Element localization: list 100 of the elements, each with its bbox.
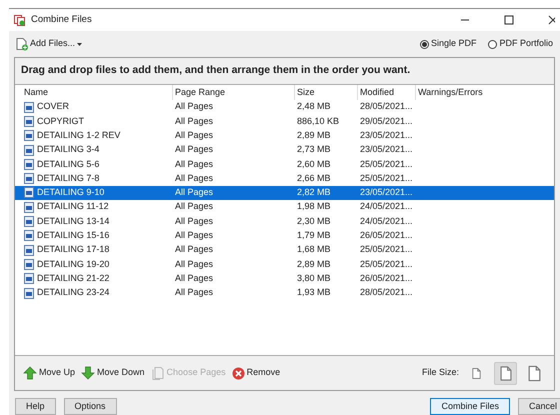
add-files-button[interactable]: Add Files...: [16, 37, 84, 51]
file-name: DETAILING 19-20: [37, 258, 110, 271]
file-row[interactable]: DETAILING 7-8 All Pages 2,66 MB 25/05/2021...: [15, 171, 554, 186]
file-name: DETAILING 3-4: [37, 143, 100, 156]
document-icon: [24, 216, 34, 228]
dialog-button[interactable]: Cancel: [518, 398, 560, 415]
table-cell-text: 2,66 MB: [296, 172, 332, 185]
remove-icon: [232, 366, 245, 380]
file-row[interactable]: COVER All Pages 2,48 MB 28/05/2021...: [15, 100, 554, 114]
file-name: DETAILING 17-18: [37, 243, 110, 256]
table-cell-text: 25/05/2021...: [359, 158, 414, 171]
table-cell-text: All Pages: [174, 100, 214, 114]
file-row[interactable]: COPYRIGT All Pages 886,10 KB 29/05/2021...: [15, 114, 554, 129]
table-cell-text: All Pages: [174, 286, 214, 300]
table-cell-text: All Pages: [174, 143, 214, 156]
arrow-up-icon: [23, 366, 37, 380]
table-cell-text: 3,80 MB: [296, 272, 332, 285]
table-cell-text: All Pages: [174, 172, 214, 185]
document-icon: [24, 202, 34, 213]
action-button[interactable]: Remove: [232, 366, 280, 380]
dialog-button[interactable]: Options: [64, 398, 117, 415]
table-cell-text: 24/05/2021...: [359, 214, 414, 228]
table-cell-text: 23/05/2021...: [359, 128, 414, 142]
file-name: DETAILING 9-10: [37, 186, 104, 200]
table-cell-text: 25/05/2021...: [359, 258, 414, 271]
action-button[interactable]: Move Up: [23, 366, 76, 380]
document-icon: [24, 102, 34, 113]
window-title: Combine Files: [31, 12, 92, 27]
file-row[interactable]: DETAILING 21-22 All Pages 3,80 MB 26/05/2021...: [15, 272, 554, 286]
document-icon: [24, 230, 34, 242]
file-name: DETAILING 23-24: [37, 286, 110, 300]
table-cell-text: 25/05/2021...: [359, 243, 414, 256]
size-option[interactable]: [494, 362, 517, 384]
page-icon: [500, 366, 512, 380]
table-cell-text: 1,93 MB: [296, 286, 332, 300]
document-icon: [24, 187, 34, 198]
table-cell-text: 2,73 MB: [296, 143, 332, 156]
table-cell-text: 2,48 MB: [296, 100, 332, 114]
file-size-label: File Size:: [422, 366, 459, 380]
column-header[interactable]: Size: [295, 85, 358, 100]
page-icon: [528, 364, 541, 382]
column-header[interactable]: Modified: [358, 85, 416, 100]
table-cell-text: 28/05/2021...: [359, 286, 414, 300]
document-icon: [24, 288, 34, 298]
table-cell-text: All Pages: [174, 186, 214, 200]
dialog-button[interactable]: Combine Files: [430, 398, 510, 415]
file-row[interactable]: DETAILING 19-20 All Pages 2,89 MB 25/05/2021...: [15, 257, 554, 272]
arrow-down-icon: [81, 366, 96, 380]
file-name: DETAILING 15-16: [37, 229, 110, 242]
file-row[interactable]: DETAILING 3-4 All Pages 2,73 MB 23/05/2021...: [15, 142, 554, 158]
file-row[interactable]: DETAILING 1-2 REV All Pages 2,89 MB 23/05/2021...: [15, 128, 554, 143]
document-icon: [24, 244, 34, 256]
table-cell-text: All Pages: [174, 200, 214, 214]
table-cell-text: All Pages: [174, 258, 214, 271]
document-icon: [24, 144, 34, 156]
file-row[interactable]: DETAILING 5-6 All Pages 2,60 MB 25/05/2021...: [15, 157, 554, 172]
table-cell-text: 886,10 KB: [296, 114, 340, 128]
table-cell-text: 2,89 MB: [296, 128, 332, 142]
table-cell-text: All Pages: [174, 272, 214, 285]
radio-option[interactable]: Single PDF: [420, 37, 476, 51]
file-row[interactable]: DETAILING 11-12 All Pages 1,98 MB 24/05/2021...: [15, 200, 554, 214]
caret-icon: [76, 42, 84, 46]
table-cell-text: 2,60 MB: [296, 158, 332, 171]
table-cell-text: 26/05/2021...: [359, 272, 414, 285]
file-row[interactable]: DETAILING 17-18 All Pages 1,68 MB 25/05/2021...: [15, 242, 554, 258]
file-row[interactable]: DETAILING 13-14 All Pages 2,30 MB 24/05/2021...: [15, 214, 554, 229]
column-header[interactable]: Name: [22, 85, 173, 100]
table-cell-text: 29/05/2021...: [359, 114, 414, 128]
instruction-text: Drag and drop files to add them, and then arrange them in the order you want.: [15, 58, 554, 85]
document-icon: [24, 273, 34, 284]
file-name: COPYRIGT: [37, 114, 84, 128]
maximize-icon[interactable]: [504, 15, 514, 25]
table-cell-text: 24/05/2021...: [359, 200, 414, 214]
document-icon: [24, 130, 34, 142]
close-icon[interactable]: [548, 15, 555, 25]
file-name: DETAILING 13-14: [37, 214, 110, 228]
pages-icon: [150, 366, 165, 380]
document-icon: [24, 173, 34, 184]
table-cell-text: 1,98 MB: [296, 200, 332, 214]
table-cell-text: All Pages: [174, 243, 214, 256]
table-cell-text: All Pages: [174, 128, 214, 142]
table-cell-text: 1,79 MB: [296, 229, 332, 242]
file-name: DETAILING 5-6: [37, 158, 100, 171]
file-row[interactable]: DETAILING 23-24 All Pages 1,93 MB 28/05/2021...: [15, 286, 554, 300]
table-cell-text: 26/05/2021...: [359, 229, 414, 242]
file-row[interactable]: DETAILING 15-16 All Pages 1,79 MB 26/05/2021...: [15, 228, 554, 243]
file-row[interactable]: DETAILING 9-10 All Pages 2,82 MB 23/05/2021...: [15, 186, 554, 200]
column-header[interactable]: Page Range: [173, 85, 295, 100]
table-cell-text: All Pages: [174, 229, 214, 242]
dialog-button[interactable]: Help: [15, 398, 56, 415]
action-button[interactable]: Move Down: [81, 366, 145, 380]
radio-option[interactable]: PDF Portfolio: [488, 37, 553, 51]
table-cell-text: 23/05/2021...: [359, 186, 414, 200]
table-cell-text: 25/05/2021...: [359, 172, 414, 185]
table-cell-text: 2,30 MB: [296, 214, 332, 228]
table-cell-text: 2,82 MB: [296, 186, 332, 200]
table-cell-text: 23/05/2021...: [359, 143, 414, 156]
document-icon: [24, 258, 34, 270]
column-header[interactable]: Warnings/Errors: [416, 85, 554, 100]
table-cell-text: All Pages: [174, 158, 214, 171]
